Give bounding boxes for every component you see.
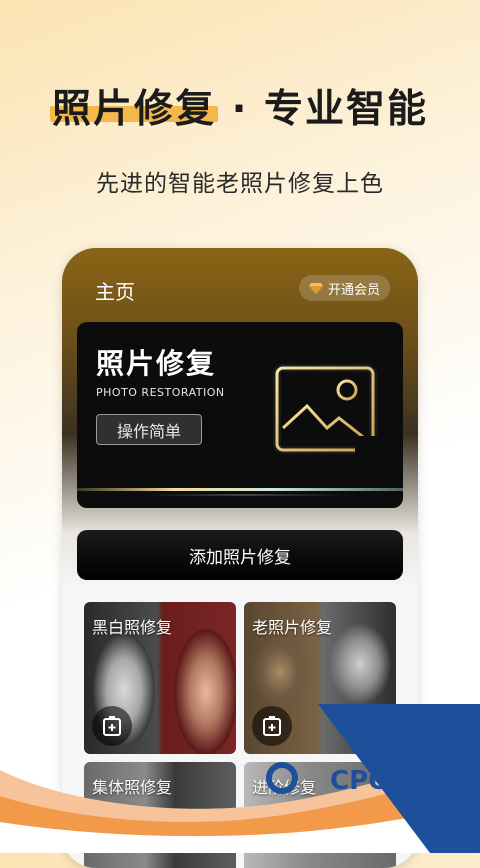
vip-label: 开通会员: [327, 282, 380, 298]
banner-shadow-line: [147, 494, 347, 496]
banner-easy-button[interactable]: 操作简单: [96, 414, 202, 445]
add-image-icon: [273, 364, 387, 460]
page-title: 主页: [95, 280, 135, 304]
add-photo-restore-button[interactable]: 添加照片修复: [77, 530, 403, 580]
card-label: 老照片修复: [252, 618, 333, 637]
watermark-logo: CPOP下载: [330, 766, 462, 796]
banner-title: 照片修复: [96, 347, 217, 380]
promo-subline: 先进的智能老照片修复上色: [96, 171, 384, 197]
card-label: 黑白照修复: [92, 618, 173, 637]
vip-button[interactable]: 开通会员: [298, 275, 390, 301]
diamond-icon: [308, 283, 323, 294]
banner-glow-line: [77, 488, 403, 491]
banner-subtitle: PHOTO RESTORATION: [96, 386, 225, 399]
headline-text: 照片修复 · 专业智能: [52, 87, 428, 132]
restoration-banner[interactable]: 照片修复 PHOTO RESTORATION 操作简单: [77, 322, 403, 508]
promo-headline: 照片修复 · 专业智能: [0, 78, 480, 134]
